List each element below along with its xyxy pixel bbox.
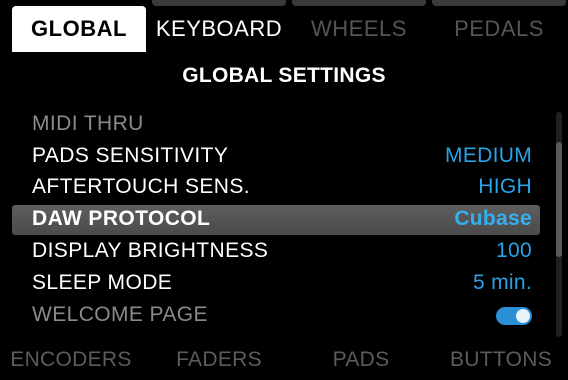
welcome-page-toggle[interactable] (496, 307, 532, 325)
setting-label: AFTERTOUCH SENS. (32, 175, 250, 198)
setting-label: MIDI THRU (32, 112, 144, 135)
tab-encoders[interactable]: ENCODERS (0, 348, 142, 372)
setting-row-pads-sensitivity[interactable]: PADS SENSITIVITY MEDIUM (12, 142, 540, 172)
top-tab-bar: GLOBAL KEYBOARD WHEELS PEDALS (0, 0, 568, 52)
tab-buttons[interactable]: BUTTONS (430, 348, 568, 372)
tab-wheels[interactable]: WHEELS (292, 6, 426, 52)
setting-row-display-brightness[interactable]: DISPLAY BRIGHTNESS 100 (12, 237, 540, 267)
setting-value: Cubase (454, 207, 532, 230)
tab-keyboard[interactable]: KEYBOARD (152, 6, 286, 52)
setting-row-daw-protocol[interactable]: DAW PROTOCOL Cubase (12, 205, 540, 235)
setting-value: HIGH (478, 175, 532, 198)
tab-pads[interactable]: PADS (290, 348, 432, 372)
setting-value: MEDIUM (445, 144, 532, 167)
scrollbar-thumb[interactable] (556, 142, 562, 257)
setting-row-midi-thru[interactable]: MIDI THRU (12, 110, 540, 140)
setting-value: 100 (496, 239, 532, 262)
tab-faders[interactable]: FADERS (148, 348, 290, 372)
setting-label: DAW PROTOCOL (32, 207, 211, 230)
page-title: GLOBAL SETTINGS (182, 64, 386, 87)
setting-row-welcome-page[interactable]: WELCOME PAGE (12, 301, 540, 331)
setting-label: DISPLAY BRIGHTNESS (32, 239, 269, 262)
bottom-tab-bar: ENCODERS FADERS PADS BUTTONS (0, 344, 568, 378)
setting-label: PADS SENSITIVITY (32, 144, 229, 167)
scrollbar[interactable] (556, 112, 562, 337)
tab-pedals[interactable]: PEDALS (432, 6, 566, 52)
setting-label: SLEEP MODE (32, 271, 173, 294)
setting-row-sleep-mode[interactable]: SLEEP MODE 5 min. (12, 269, 540, 299)
setting-value: 5 min. (473, 271, 532, 294)
setting-label: WELCOME PAGE (32, 303, 208, 326)
tab-global[interactable]: GLOBAL (12, 6, 146, 52)
setting-row-aftertouch-sens[interactable]: AFTERTOUCH SENS. HIGH (12, 173, 540, 203)
toggle-knob (516, 309, 530, 323)
